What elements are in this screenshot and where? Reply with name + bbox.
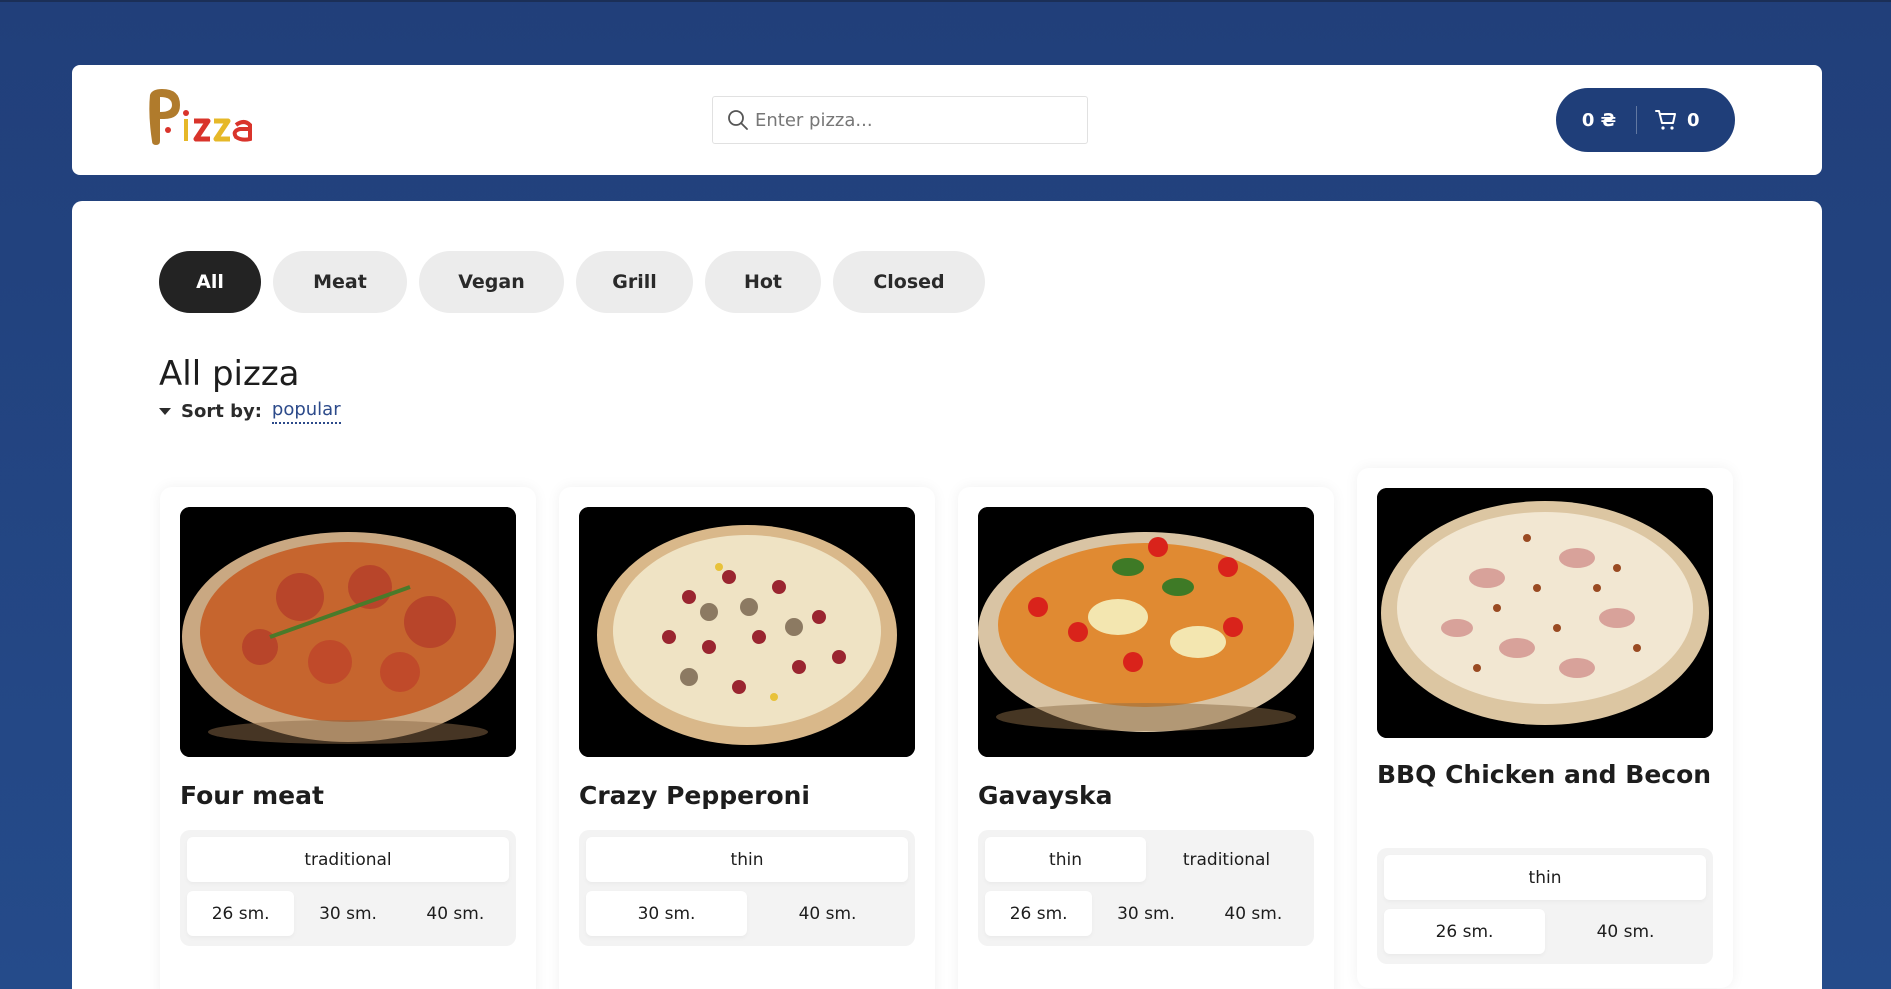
pizza-card: Gavayska thin traditional 26 sm. 30 sm. … bbox=[958, 487, 1334, 989]
category-closed[interactable]: Closed bbox=[833, 251, 985, 313]
pizza-image bbox=[180, 507, 516, 757]
content-panel: All Meat Vegan Grill Hot Closed All pizz… bbox=[72, 201, 1822, 989]
cart-icon bbox=[1655, 110, 1676, 130]
size-option[interactable]: 40 sm. bbox=[1545, 909, 1706, 954]
size-option[interactable]: 26 sm. bbox=[187, 891, 295, 936]
pizza-name: Gavayska bbox=[978, 781, 1113, 810]
dough-type-option[interactable]: thin bbox=[1384, 855, 1706, 900]
category-hot[interactable]: Hot bbox=[705, 251, 821, 313]
pizza-image bbox=[579, 507, 915, 757]
pizza-name: Crazy Pepperoni bbox=[579, 781, 810, 810]
category-tabs: All Meat Vegan Grill Hot Closed bbox=[159, 251, 985, 313]
search-input[interactable] bbox=[755, 109, 1075, 131]
pizza-card: Crazy Pepperoni thin 30 sm. 40 sm. bbox=[559, 487, 935, 989]
window-top-border bbox=[0, 0, 1891, 2]
size-option[interactable]: 26 sm. bbox=[985, 891, 1093, 936]
pizza-options: thin traditional 26 sm. 30 sm. 40 sm. bbox=[978, 830, 1314, 946]
size-option[interactable]: 40 sm. bbox=[402, 891, 509, 936]
size-option[interactable]: 26 sm. bbox=[1384, 909, 1545, 954]
size-option[interactable]: 30 sm. bbox=[294, 891, 401, 936]
size-option[interactable]: 30 sm. bbox=[1092, 891, 1199, 936]
size-option[interactable]: 40 sm. bbox=[1200, 891, 1307, 936]
search-box[interactable] bbox=[712, 96, 1088, 144]
pizza-options: thin 30 sm. 40 sm. bbox=[579, 830, 915, 946]
category-meat[interactable]: Meat bbox=[273, 251, 407, 313]
category-grill[interactable]: Grill bbox=[576, 251, 693, 313]
pizza-image bbox=[978, 507, 1314, 757]
pizza-card: Four meat traditional 26 sm. 30 sm. 40 s… bbox=[160, 487, 536, 989]
caret-down-icon bbox=[159, 408, 171, 415]
pizza-logo[interactable] bbox=[144, 85, 256, 149]
cart-item-count: 0 bbox=[1687, 109, 1700, 131]
size-option[interactable]: 30 sm. bbox=[586, 891, 747, 936]
pizza-image bbox=[1377, 488, 1713, 738]
sort-control[interactable]: Sort by: popular bbox=[159, 399, 341, 424]
pizza-options: thin 26 sm. 40 sm. bbox=[1377, 848, 1713, 964]
pizza-options: traditional 26 sm. 30 sm. 40 sm. bbox=[180, 830, 516, 946]
dough-type-option[interactable]: traditional bbox=[1146, 837, 1307, 882]
pizza-name: Four meat bbox=[180, 781, 324, 810]
header: 0 ₴ 0 bbox=[72, 65, 1822, 175]
dough-type-option[interactable]: thin bbox=[985, 837, 1146, 882]
dough-type-option[interactable]: thin bbox=[586, 837, 908, 882]
sort-label: Sort by: bbox=[181, 401, 262, 422]
size-option[interactable]: 40 sm. bbox=[747, 891, 908, 936]
pizza-name: BBQ Chicken and Becon bbox=[1377, 760, 1712, 789]
sort-value-link[interactable]: popular bbox=[271, 399, 341, 424]
dough-type-option[interactable]: traditional bbox=[187, 837, 509, 882]
pizza-card: BBQ Chicken and Becon thin 26 sm. 40 sm. bbox=[1357, 468, 1733, 988]
page-title: All pizza bbox=[159, 354, 300, 394]
search-icon bbox=[728, 110, 748, 130]
pizza-logo-icon bbox=[149, 89, 252, 145]
category-vegan[interactable]: Vegan bbox=[419, 251, 564, 313]
cart-button[interactable]: 0 ₴ 0 bbox=[1556, 88, 1735, 152]
cart-total-price: 0 ₴ bbox=[1581, 109, 1617, 131]
category-all[interactable]: All bbox=[159, 251, 261, 313]
